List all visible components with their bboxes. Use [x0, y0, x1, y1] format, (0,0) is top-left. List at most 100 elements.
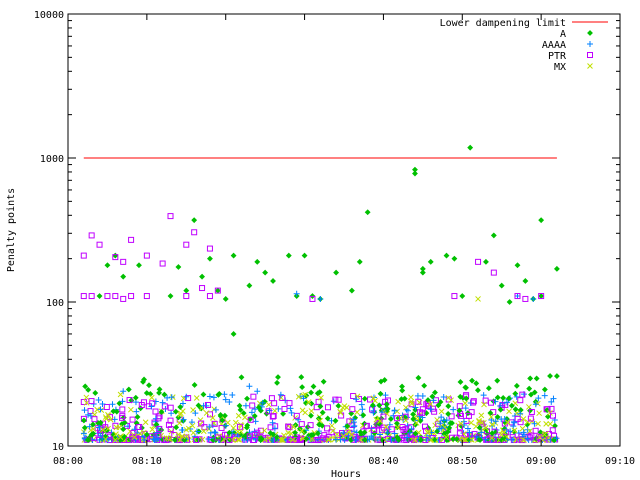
point-a: [514, 262, 521, 269]
point-a: [191, 217, 198, 224]
x-tick-label: 08:20: [211, 456, 241, 467]
band-point-a: [553, 373, 560, 379]
band-point-ptr: [324, 404, 331, 411]
band-point-mx: [462, 400, 468, 407]
legend-marker-ptr: [587, 52, 593, 58]
band-point-aaaa: [480, 392, 487, 399]
band-point-a: [473, 380, 480, 387]
point-a: [356, 258, 363, 265]
band-point-a: [415, 374, 422, 381]
point-a: [467, 144, 474, 151]
band-point-a: [429, 393, 436, 400]
band-point-mx: [438, 408, 445, 415]
band-point-mx: [272, 407, 278, 414]
band-point-a: [494, 394, 501, 401]
point-a: [238, 374, 245, 381]
point-a: [214, 287, 221, 294]
point-ptr: [183, 293, 190, 300]
point-a: [285, 252, 292, 259]
band-point-aaaa: [95, 397, 102, 404]
y-tick-label: 100: [46, 298, 64, 309]
band-point-mx: [98, 407, 105, 413]
band-point-a: [275, 374, 281, 381]
band-point-a: [221, 412, 228, 419]
band-point-a: [457, 379, 464, 385]
band-point-a: [134, 414, 141, 420]
band-point-mx: [343, 404, 350, 411]
band-point-mx: [261, 427, 268, 434]
plot-frame: [67, 13, 621, 447]
point-ptr: [80, 293, 87, 300]
point-a: [498, 282, 505, 289]
band-point-ptr: [517, 397, 524, 404]
band-point-a: [319, 409, 326, 416]
band-point-a: [310, 383, 317, 390]
point-a: [167, 293, 174, 299]
band-point-aaaa: [206, 393, 213, 400]
point-ptr: [80, 252, 87, 259]
band-point-a: [526, 385, 533, 392]
band-point-ptr: [298, 421, 305, 428]
band-point-a: [533, 375, 540, 382]
y-tick-label: 1000: [40, 154, 64, 165]
band-point-aaaa: [221, 391, 228, 398]
band-point-a: [508, 402, 515, 409]
band-point-aaaa: [109, 401, 116, 408]
band-point-ptr: [271, 400, 278, 407]
band-point-a: [132, 394, 139, 401]
band-point-a: [156, 389, 162, 396]
point-a: [246, 282, 253, 289]
band-point-mx: [242, 414, 248, 421]
point-a: [459, 293, 466, 299]
band-point-mx: [235, 412, 242, 419]
point-a: [412, 166, 418, 173]
band-point-mx: [506, 408, 512, 415]
band-point-a: [387, 416, 394, 422]
point-aaaa: [317, 295, 324, 302]
band-point-a: [85, 386, 92, 393]
band-point-aaaa: [391, 407, 398, 414]
point-ptr: [128, 293, 135, 300]
point-ptr: [112, 293, 119, 300]
band-point-aaaa: [382, 392, 389, 399]
point-a: [175, 264, 182, 270]
band-point-ptr: [129, 416, 136, 423]
band-point-a: [332, 417, 339, 424]
band-point-aaaa: [81, 407, 88, 414]
y-axis-label: Penalty points: [6, 188, 17, 272]
x-tick-label: 08:10: [132, 456, 162, 467]
point-a: [538, 217, 545, 224]
point-ptr: [143, 252, 150, 259]
legend-label-limit: Lower dampening limit: [440, 18, 566, 29]
point-a: [207, 255, 213, 262]
band-point-mx: [432, 422, 439, 429]
band-point-a: [308, 389, 314, 396]
x-tick-label: 09:00: [526, 456, 556, 467]
point-a: [222, 296, 229, 302]
point-ptr: [104, 293, 111, 300]
point-ptr: [206, 245, 213, 252]
band-point-ptr: [250, 393, 257, 400]
band-point-mx: [117, 391, 124, 398]
band-point-aaaa: [212, 406, 219, 413]
band-point-a: [500, 395, 507, 401]
point-a: [553, 265, 560, 272]
band-point-ptr: [281, 405, 288, 412]
band-point-mx: [190, 407, 196, 413]
band-point-ptr: [349, 406, 356, 413]
point-a: [483, 258, 489, 265]
band-point-mx: [370, 395, 377, 402]
band-point-a: [81, 424, 88, 431]
legend-label-ptr: PTR: [548, 51, 567, 62]
band-point-a: [308, 412, 314, 419]
band-point-a: [474, 387, 481, 394]
point-mx: [475, 296, 481, 302]
band-point-a: [410, 411, 417, 418]
band-point-ptr: [286, 400, 293, 407]
band-point-a: [441, 418, 448, 424]
point-ptr: [120, 258, 127, 265]
point-a: [522, 278, 529, 284]
band-point-a: [360, 412, 367, 419]
dense-points-band: [80, 373, 560, 444]
band-point-aaaa: [242, 402, 249, 409]
